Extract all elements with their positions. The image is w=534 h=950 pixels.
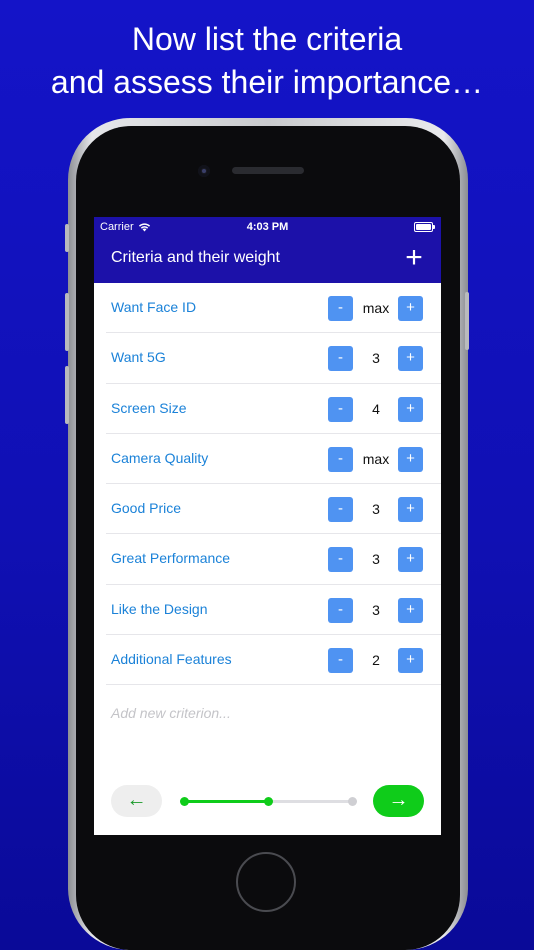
- headline-line-2: and assess their importance…: [50, 64, 484, 100]
- progress-step-dot: [263, 797, 273, 806]
- criterion-row: Additional Features - 2 +: [94, 635, 441, 686]
- nav-bar: Criteria and their weight +: [94, 237, 441, 283]
- weight-value: 4: [372, 400, 380, 417]
- page-title: Criteria and their weight: [111, 249, 280, 266]
- criteria-list: Want Face ID - max + Want 5G - 3 + Scree…: [94, 283, 441, 686]
- criterion-name[interactable]: Additional Features: [111, 651, 232, 667]
- decrease-weight-button[interactable]: -: [328, 648, 353, 674]
- progress-fill: [184, 800, 268, 803]
- new-criterion-input[interactable]: Add new criterion...: [111, 705, 231, 721]
- decrease-weight-button[interactable]: -: [328, 396, 353, 422]
- criterion-row: Like the Design - 3 +: [94, 585, 441, 636]
- criterion-name[interactable]: Great Performance: [111, 550, 230, 566]
- volume-up-button: [65, 293, 69, 351]
- increase-weight-button[interactable]: +: [398, 547, 423, 573]
- weight-value: max: [362, 450, 390, 467]
- criterion-name[interactable]: Want Face ID: [111, 299, 196, 315]
- weight-value: 2: [372, 652, 380, 669]
- add-criterion-button[interactable]: +: [401, 243, 427, 273]
- criterion-row: Camera Quality - max +: [94, 434, 441, 485]
- weight-value: 3: [372, 501, 380, 518]
- criterion-row: Great Performance - 3 +: [94, 534, 441, 586]
- status-time: 4:03 PM: [246, 221, 289, 233]
- status-bar: Carrier 4:03 PM: [94, 217, 441, 237]
- volume-down-button: [65, 366, 69, 424]
- decrease-weight-button[interactable]: -: [328, 497, 353, 523]
- increase-weight-button[interactable]: +: [398, 296, 423, 321]
- increase-weight-button[interactable]: +: [398, 396, 423, 422]
- criterion-name[interactable]: Good Price: [111, 500, 181, 516]
- criterion-name[interactable]: Camera Quality: [111, 450, 208, 466]
- criterion-row: Want 5G - 3 +: [94, 333, 441, 384]
- progress-step-dot: [347, 797, 357, 806]
- decrease-weight-button[interactable]: -: [328, 547, 353, 573]
- mute-switch: [65, 224, 69, 252]
- decrease-weight-button[interactable]: -: [328, 446, 353, 472]
- increase-weight-button[interactable]: +: [398, 648, 423, 674]
- power-button: [465, 292, 469, 350]
- front-camera: [198, 165, 210, 177]
- home-button[interactable]: [236, 852, 296, 912]
- criterion-name[interactable]: Like the Design: [111, 601, 208, 617]
- decrease-weight-button[interactable]: -: [328, 597, 353, 623]
- criterion-row: Good Price - 3 +: [94, 484, 441, 535]
- next-button[interactable]: →: [373, 785, 424, 817]
- increase-weight-button[interactable]: +: [398, 446, 423, 472]
- criterion-name[interactable]: Screen Size: [111, 400, 186, 416]
- criterion-row: Screen Size - 4 +: [94, 384, 441, 435]
- increase-weight-button[interactable]: +: [398, 346, 423, 372]
- arrow-left-icon: ←: [126, 789, 147, 811]
- battery-icon: [414, 222, 435, 232]
- arrow-right-icon: →: [388, 789, 409, 811]
- increase-weight-button[interactable]: +: [398, 597, 423, 623]
- criterion-row: Want Face ID - max +: [94, 283, 441, 334]
- back-button[interactable]: ←: [111, 785, 162, 817]
- headline: Now list the criteria and assess their i…: [0, 18, 534, 104]
- increase-weight-button[interactable]: +: [398, 497, 423, 523]
- decrease-weight-button[interactable]: -: [328, 346, 353, 372]
- headline-line-1: Now list the criteria: [131, 21, 403, 57]
- weight-value: 3: [372, 551, 380, 568]
- weight-value: max: [362, 300, 390, 316]
- criterion-name[interactable]: Want 5G: [111, 349, 166, 365]
- decrease-weight-button[interactable]: -: [328, 296, 353, 321]
- weight-value: 3: [372, 350, 380, 367]
- weight-value: 3: [372, 601, 380, 618]
- progress-step-dot: [179, 797, 189, 806]
- earpiece-speaker: [232, 167, 304, 174]
- app-screen: Carrier 4:03 PM Criteria and their weigh…: [94, 217, 441, 835]
